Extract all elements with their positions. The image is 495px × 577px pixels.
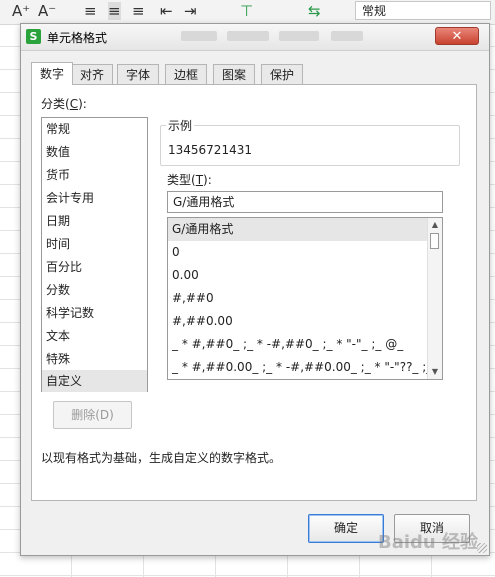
list-item[interactable]: 会计专用 xyxy=(42,187,147,209)
format-list[interactable]: G/通用格式 0 0.00 #,##0 #,##0.00 _ * #,##0_ … xyxy=(167,217,443,380)
list-item[interactable]: #,##0 xyxy=(168,287,430,310)
ok-button[interactable]: 确定 xyxy=(308,514,384,543)
scroll-thumb[interactable] xyxy=(430,233,439,249)
ribbon-toolbar: A⁺ A⁻ ≡ ≡ ≡ ⇤ ⇥ ⊤ ⇆ 常规 xyxy=(0,0,495,25)
list-item[interactable]: 分数 xyxy=(42,279,147,301)
format-description: 以现有格式为基础，生成自定义的数字格式。 xyxy=(41,451,282,465)
list-item[interactable]: 百分比 xyxy=(42,256,147,278)
delete-button[interactable]: 删除(D) xyxy=(53,401,132,429)
list-item[interactable]: 常规 xyxy=(42,118,147,140)
tab-alignment[interactable]: 对齐 xyxy=(71,64,114,84)
resize-grip-icon[interactable] xyxy=(477,543,487,553)
blurred-region xyxy=(331,31,363,41)
list-item[interactable]: #,##0.00 xyxy=(168,310,430,333)
tab-protection[interactable]: 保护 xyxy=(261,64,304,84)
blurred-region xyxy=(227,31,269,41)
scroll-down-icon[interactable]: ▼ xyxy=(430,367,440,377)
merge-center-icon[interactable]: ⊤ xyxy=(240,2,253,20)
format-cells-dialog: S 单元格格式 ✕ 数字 对齐 字体 边框 图案 保护 分类(C): 常规 数值… xyxy=(20,23,490,556)
list-item-selected[interactable]: 自定义 xyxy=(42,370,147,392)
font-size-increase-button[interactable]: A⁺ xyxy=(12,2,30,20)
number-tab-panel: 分类(C): 常规 数值 货币 会计专用 日期 时间 百分比 分数 科学记数 文… xyxy=(31,84,477,501)
tab-number[interactable]: 数字 xyxy=(31,62,74,85)
wps-app-icon: S xyxy=(26,29,41,44)
list-item[interactable]: 日期 xyxy=(42,210,147,232)
list-item[interactable]: 0 xyxy=(168,241,430,264)
list-item[interactable]: 时间 xyxy=(42,233,147,255)
indent-increase-button[interactable]: ⇥ xyxy=(184,2,197,20)
scroll-up-icon[interactable]: ▲ xyxy=(430,220,440,230)
list-item-selected[interactable]: G/通用格式 xyxy=(168,218,430,241)
wrap-text-icon[interactable]: ⇆ xyxy=(308,2,321,20)
list-item[interactable]: _ * #,##0.00_ ;_ * -#,##0.00_ ;_ * "-"??… xyxy=(168,356,430,379)
align-bottom-button[interactable]: ≡ xyxy=(132,2,145,20)
blurred-region xyxy=(181,31,217,41)
list-item[interactable]: 文本 xyxy=(42,325,147,347)
sample-value: 13456721431 xyxy=(168,143,252,157)
sample-label: 示例 xyxy=(166,117,195,134)
font-size-decrease-button[interactable]: A⁻ xyxy=(38,2,56,20)
dialog-titlebar[interactable]: S 单元格格式 ✕ xyxy=(21,24,489,51)
tab-border[interactable]: 边框 xyxy=(165,64,208,84)
list-item[interactable]: 数值 xyxy=(42,141,147,163)
category-list[interactable]: 常规 数值 货币 会计专用 日期 时间 百分比 分数 科学记数 文本 特殊 自定… xyxy=(41,117,148,392)
watermark: Baidu 经验 xyxy=(378,532,479,553)
list-item[interactable]: 货币 xyxy=(42,164,147,186)
tab-font[interactable]: 字体 xyxy=(117,64,160,84)
close-button[interactable]: ✕ xyxy=(435,27,479,45)
indent-decrease-button[interactable]: ⇤ xyxy=(160,2,173,20)
align-top-button[interactable]: ≡ xyxy=(84,2,97,20)
list-item[interactable]: _ * #,##0_ ;_ * -#,##0_ ;_ * "-"_ ;_ @_ xyxy=(168,333,430,356)
format-list-scrollbar[interactable]: ▲ ▼ xyxy=(427,218,442,379)
blurred-region xyxy=(279,31,319,41)
type-label: 类型(T): xyxy=(167,173,212,187)
category-label: 分类(C): xyxy=(41,97,87,111)
list-item[interactable]: 科学记数 xyxy=(42,302,147,324)
type-input[interactable]: G/通用格式 xyxy=(167,191,443,213)
tab-pattern[interactable]: 图案 xyxy=(213,64,256,84)
align-middle-button[interactable]: ≡ xyxy=(108,2,121,20)
number-format-combo[interactable]: 常规 xyxy=(355,1,491,20)
list-item[interactable]: 特殊 xyxy=(42,348,147,370)
dialog-title: 单元格格式 xyxy=(47,31,108,45)
list-item[interactable]: 0.00 xyxy=(168,264,430,287)
